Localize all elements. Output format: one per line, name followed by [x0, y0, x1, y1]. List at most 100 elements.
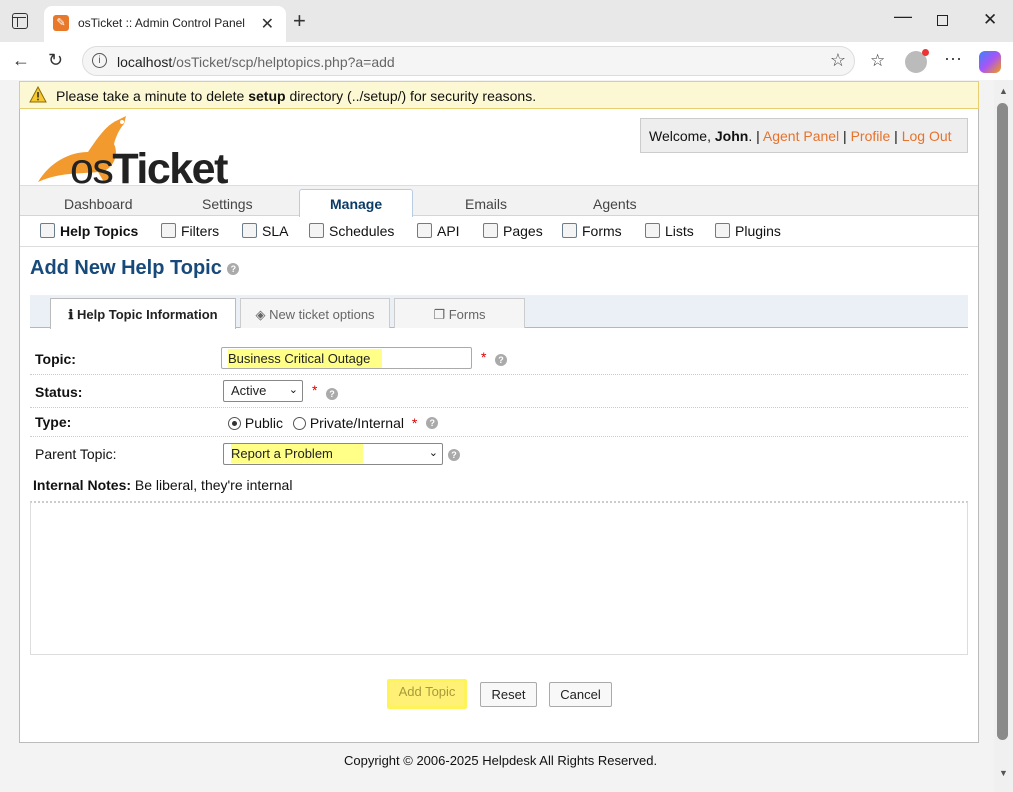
maximize-icon[interactable]	[937, 15, 948, 26]
help-topics-icon	[40, 223, 55, 238]
tab-title: osTicket :: Admin Control Panel	[78, 16, 245, 30]
status-select[interactable]: Active ⌄	[223, 380, 303, 402]
footer: Copyright © 2006-2025 Helpdesk All Right…	[0, 744, 994, 792]
back-arrow-icon[interactable]: ←	[12, 50, 30, 71]
pages-icon	[483, 223, 498, 238]
minimize-icon[interactable]: —	[894, 6, 912, 27]
internal-notes-label: Internal Notes: Be liberal, they're inte…	[33, 477, 293, 493]
cancel-button[interactable]: Cancel	[549, 682, 612, 707]
status-help-icon[interactable]: ?	[326, 388, 338, 400]
subnav-filters[interactable]: Filters	[161, 223, 219, 239]
topic-input[interactable]: Business Critical Outage	[221, 347, 472, 369]
required-mark: *	[481, 349, 487, 365]
subnav-api[interactable]: API	[417, 223, 460, 239]
page-title: Add New Help Topic ?	[30, 257, 240, 280]
internal-notes-editor[interactable]	[30, 501, 968, 655]
required-mark: *	[312, 382, 318, 398]
scroll-down-icon[interactable]: ▼	[999, 768, 1008, 778]
main-nav: Dashboard Settings Manage Emails Agents	[20, 185, 978, 217]
info-icon: ℹ	[68, 307, 74, 322]
copy-icon: ❐	[433, 307, 446, 322]
tab-close-icon[interactable]: ✕	[261, 14, 274, 34]
tag-icon: ◈	[255, 307, 266, 322]
site-info-icon[interactable]: i	[92, 53, 107, 68]
favorites-icon[interactable]: ☆	[870, 51, 885, 71]
more-options-icon[interactable]: ···	[944, 48, 962, 69]
subnav-help-topics[interactable]: Help Topics	[40, 223, 138, 239]
copilot-icon[interactable]	[979, 51, 1001, 73]
nav-tab-dashboard[interactable]: Dashboard	[64, 196, 133, 212]
parent-topic-select[interactable]: Report a Problem ⌄	[223, 443, 443, 465]
profile-link[interactable]: Profile	[851, 128, 891, 144]
browser-tab[interactable]: ✎ osTicket :: Admin Control Panel ✕	[44, 6, 286, 42]
agent-panel-link[interactable]: Agent Panel	[763, 128, 839, 144]
notice-text: Please take a minute to delete setup dir…	[56, 88, 537, 104]
type-public-label[interactable]: Public	[245, 415, 283, 431]
type-help-icon[interactable]: ?	[426, 417, 439, 429]
api-icon	[417, 223, 432, 238]
welcome-text: Welcome,	[649, 128, 715, 144]
help-question-icon[interactable]: ?	[227, 263, 240, 275]
reset-button[interactable]: Reset	[480, 682, 537, 707]
tab-new-ticket-options[interactable]: ◈ New ticket options	[240, 298, 390, 328]
user-name: John	[714, 128, 749, 144]
favorite-star-icon[interactable]: ☆	[830, 50, 846, 71]
tab-actions-icon[interactable]	[12, 13, 28, 29]
type-options: Public Private/Internal * ?	[228, 415, 439, 431]
chevron-down-icon: ⌄	[288, 384, 298, 396]
admin-page: osTicket Welcome, John. | Agent Panel | …	[19, 109, 979, 743]
nav-tab-agents[interactable]: Agents	[593, 196, 637, 212]
type-public-radio[interactable]	[228, 417, 241, 430]
type-private-radio[interactable]	[292, 417, 306, 430]
reload-icon[interactable]: ↻	[48, 50, 63, 71]
url-text[interactable]: localhost/osTicket/scp/helptopics.php?a=…	[117, 54, 395, 70]
subnav-schedules[interactable]: Schedules	[309, 223, 394, 239]
sub-nav: Help Topics Filters SLA Schedules API Pa…	[20, 217, 978, 247]
address-bar[interactable]: i localhost/osTicket/scp/helptopics.php?…	[82, 46, 855, 76]
nav-tab-settings[interactable]: Settings	[202, 196, 253, 212]
parent-topic-label: Parent Topic:	[35, 446, 117, 462]
subnav-forms[interactable]: Forms	[562, 223, 622, 239]
parent-topic-help-icon[interactable]: ?	[448, 449, 460, 461]
profile-avatar-icon[interactable]	[905, 49, 929, 73]
lists-icon	[645, 223, 660, 238]
filters-icon	[161, 223, 176, 238]
scroll-up-icon[interactable]: ▲	[999, 86, 1008, 96]
forms-icon	[562, 223, 577, 238]
new-tab-icon[interactable]: +	[293, 9, 306, 33]
warning-icon	[29, 86, 47, 103]
status-label: Status:	[35, 384, 83, 400]
logout-link[interactable]: Log Out	[902, 128, 952, 144]
topic-help-icon[interactable]: ?	[495, 354, 507, 366]
tab-forms[interactable]: ❐ Forms	[394, 298, 525, 328]
schedules-icon	[309, 223, 324, 238]
add-topic-button[interactable]: Add Topic	[387, 679, 467, 709]
topic-row: Topic: Business Critical Outage * ?	[30, 342, 968, 375]
plugins-icon	[715, 223, 730, 238]
tab-help-topic-information[interactable]: ℹ Help Topic Information	[50, 298, 236, 329]
required-mark: *	[411, 415, 418, 431]
browser-toolbar: ← ↻ i localhost/osTicket/scp/helptopics.…	[0, 42, 1013, 80]
subnav-lists[interactable]: Lists	[645, 223, 694, 239]
welcome-box: Welcome, John. | Agent Panel | Profile |…	[640, 118, 968, 153]
nav-tab-manage[interactable]: Manage	[299, 189, 414, 217]
close-window-icon[interactable]: ✕	[983, 10, 997, 30]
type-label: Type:	[35, 414, 72, 430]
scroll-thumb[interactable]	[997, 103, 1008, 740]
nav-tab-emails[interactable]: Emails	[465, 196, 507, 212]
vertical-scrollbar[interactable]: ▲ ▼	[994, 80, 1013, 792]
security-notice: Please take a minute to delete setup dir…	[19, 81, 979, 109]
copyright-text: Copyright © 2006-2025 Helpdesk All Right…	[344, 753, 658, 768]
welcome-separator: . |	[748, 128, 760, 144]
parent-topic-row: Parent Topic: Report a Problem ⌄ ?	[30, 437, 968, 469]
subnav-sla[interactable]: SLA	[242, 223, 288, 239]
type-private-label[interactable]: Private/Internal	[310, 415, 404, 431]
subnav-pages[interactable]: Pages	[483, 223, 543, 239]
browser-titlebar: ✎ osTicket :: Admin Control Panel ✕ + — …	[0, 0, 1013, 42]
form-tab-strip: ℹ Help Topic Information ◈ New ticket op…	[30, 295, 968, 329]
osticket-logo[interactable]: osTicket	[30, 112, 245, 193]
subnav-plugins[interactable]: Plugins	[715, 223, 781, 239]
chevron-down-icon: ⌄	[428, 447, 438, 459]
status-row: Status: Active ⌄ * ?	[30, 375, 968, 408]
type-row: Type: Public Private/Internal * ?	[30, 408, 968, 437]
